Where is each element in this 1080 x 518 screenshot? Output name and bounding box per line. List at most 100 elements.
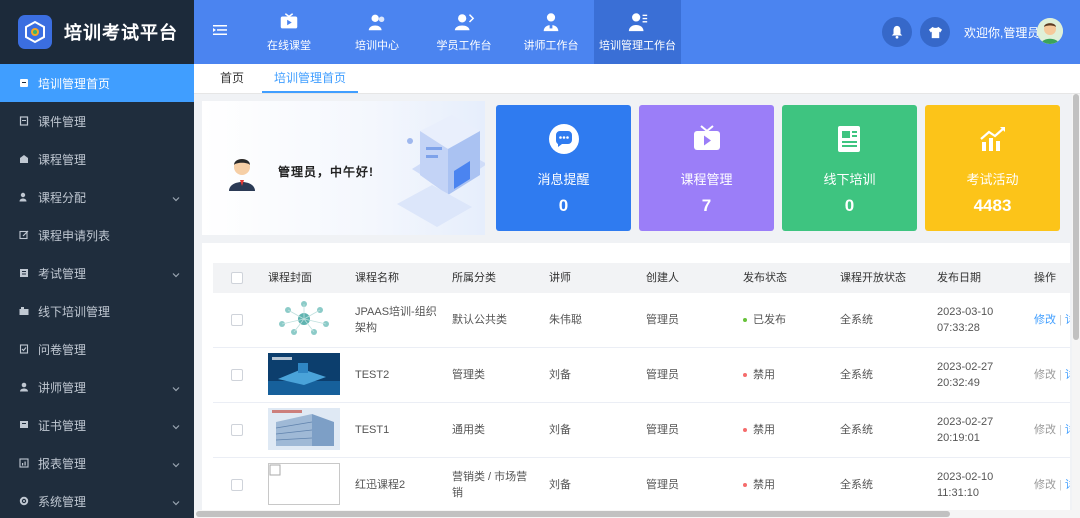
- report-icon: [19, 458, 29, 468]
- edit-link[interactable]: 修改: [1034, 314, 1056, 326]
- publish-date-day: 2023-03-10: [937, 306, 994, 318]
- vertical-scrollbar-thumb[interactable]: [1073, 94, 1079, 340]
- user-avatar[interactable]: [1037, 18, 1063, 44]
- dashboard-illustration: [397, 115, 485, 227]
- table-header: 课程封面 课程名称 所属分类 讲师 创建人 发布状态 课程开放状态 发布日期 操…: [213, 263, 1070, 293]
- horizontal-scrollbar-thumb[interactable]: [196, 511, 950, 517]
- course-icon: [19, 154, 29, 164]
- publish-date-time: 07:33:28: [937, 322, 980, 334]
- row-actions: 修改|详: [1034, 312, 1070, 328]
- sidebar-item-2[interactable]: 课程管理: [0, 140, 194, 178]
- table-row[interactable]: JPAAS培训-组织架构 默认公共类 朱伟聪 管理员 已发布 全系统 2023-03-10 0…: [213, 293, 1070, 348]
- sidebar-item-label: 线下培训管理: [38, 304, 111, 319]
- status-text: 禁用: [753, 369, 775, 381]
- sidebar-item-4[interactable]: 课程申请列表: [0, 216, 194, 254]
- course-category: 管理类: [452, 369, 485, 381]
- row-checkbox[interactable]: [231, 424, 243, 436]
- sidebar-item-6[interactable]: 线下培训管理: [0, 292, 194, 330]
- row-checkbox[interactable]: [231, 479, 243, 491]
- horizontal-scrollbar[interactable]: [194, 510, 1080, 518]
- table-row[interactable]: TEST2 管理类 刘备 管理员 禁用 全系统 2023-02-27 20:32:49 修改|详: [213, 348, 1070, 403]
- sidebar-item-label: 课程申请列表: [38, 228, 111, 243]
- greeting-card: 管理员，中午好!: [202, 101, 485, 235]
- sidebar-item-1[interactable]: 课件管理: [0, 102, 194, 140]
- menu-collapse-icon[interactable]: [212, 22, 228, 38]
- select-all-checkbox[interactable]: [231, 272, 243, 284]
- course-cover-image: [268, 463, 340, 505]
- row-checkbox[interactable]: [231, 369, 243, 381]
- sidebar-item-label: 课程管理: [38, 152, 87, 167]
- brand-logo-icon: [18, 15, 52, 49]
- sidebar-item-label: 考试管理: [38, 266, 87, 281]
- table-row[interactable]: 红迅课程2 营销类 / 市场营销 刘备 管理员 禁用 全系统 2023-02-10 11:31…: [213, 458, 1070, 510]
- course-creator: 管理员: [646, 314, 679, 326]
- courseware-icon: [19, 116, 29, 126]
- bell-icon: [891, 25, 903, 39]
- settings-icon: [19, 496, 29, 506]
- chevron-down-icon: [172, 382, 180, 392]
- chevron-down-icon: [172, 496, 180, 506]
- nav-tab-label: 讲师工作台: [523, 40, 579, 52]
- edit-link[interactable]: 修改: [1034, 369, 1056, 381]
- nav-tab-teacher-desk[interactable]: 讲师工作台: [516, 0, 586, 64]
- vertical-scrollbar[interactable]: [1072, 94, 1080, 510]
- sidebar-item-9[interactable]: 证书管理: [0, 406, 194, 444]
- stat-label: 考试活动: [966, 172, 1019, 187]
- theme-shirt-button[interactable]: [920, 17, 950, 47]
- publish-status: 禁用: [743, 422, 775, 438]
- stat-label: 课程管理: [680, 172, 733, 187]
- table-row[interactable]: TEST1 通用类 刘备 管理员 禁用 全系统 2023-02-27 20:19:01 修改|详: [213, 403, 1070, 458]
- row-actions: 修改|详: [1034, 367, 1070, 383]
- nav-tab-label: 在线课堂: [267, 40, 311, 52]
- detail-link[interactable]: 详: [1065, 314, 1070, 326]
- detail-link[interactable]: 详: [1065, 479, 1070, 491]
- nav-tab-training-manager-desk[interactable]: 培训管理工作台: [594, 0, 681, 64]
- nav-tab-online-class[interactable]: 在线课堂: [254, 0, 324, 64]
- sidebar-item-0[interactable]: 培训管理首页: [0, 64, 194, 102]
- stat-label: 消息提醒: [537, 172, 590, 187]
- col-header: 发布日期: [937, 272, 981, 284]
- sidebar-item-label: 证书管理: [38, 418, 87, 433]
- brand: 培训考试平台: [0, 0, 194, 64]
- publish-date-time: 20:19:01: [937, 432, 980, 444]
- stat-label: 线下培训: [823, 172, 876, 187]
- detail-link[interactable]: 详: [1065, 369, 1070, 381]
- chevron-down-icon: [172, 268, 180, 278]
- detail-link[interactable]: 详: [1065, 424, 1070, 436]
- notification-bell-button[interactable]: [882, 17, 912, 47]
- welcome-text[interactable]: 欢迎你,管理员: [964, 24, 1039, 41]
- stat-card-exam-activity[interactable]: 考试活动 4483: [925, 105, 1060, 231]
- edit-link[interactable]: 修改: [1034, 424, 1056, 436]
- top-nav-bar: 在线课堂 培训中心 学员工作台 讲师工作台 培训管理工作台 欢迎你,管理员: [194, 0, 1080, 64]
- stat-card-offline-training[interactable]: 线下培训 0: [782, 105, 917, 231]
- breadcrumb-tabs: 首页 培训管理首页: [194, 64, 1080, 94]
- action-separator: |: [1059, 314, 1062, 326]
- stat-card-courses[interactable]: 课程管理 7: [639, 105, 774, 231]
- exam-icon: [19, 268, 29, 278]
- publish-status: 禁用: [743, 477, 775, 493]
- course-creator: 管理员: [646, 369, 679, 381]
- message-icon: [548, 123, 580, 155]
- sidebar-item-7[interactable]: 问卷管理: [0, 330, 194, 368]
- home-icon: [19, 78, 29, 88]
- sidebar-item-label: 问卷管理: [38, 342, 87, 357]
- stat-card-messages[interactable]: 消息提醒 0: [496, 105, 631, 231]
- users-icon: [368, 14, 385, 31]
- nav-tab-training-center[interactable]: 培训中心: [342, 0, 412, 64]
- sidebar-item-3[interactable]: 课程分配: [0, 178, 194, 216]
- edit-link[interactable]: 修改: [1034, 479, 1056, 491]
- crumb-training-home[interactable]: 培训管理首页: [262, 64, 359, 93]
- col-header: 课程开放状态: [840, 272, 906, 284]
- sidebar-item-label: 课程分配: [38, 190, 87, 205]
- sidebar-item-10[interactable]: 报表管理: [0, 444, 194, 482]
- crumb-home[interactable]: 首页: [208, 64, 256, 93]
- sidebar-item-5[interactable]: 考试管理: [0, 254, 194, 292]
- status-dot: [743, 318, 747, 323]
- sidebar-item-11[interactable]: 系统管理: [0, 482, 194, 518]
- row-checkbox[interactable]: [231, 314, 243, 326]
- stat-value: 0: [558, 196, 569, 215]
- publish-status: 已发布: [743, 312, 786, 328]
- nav-tab-student-desk[interactable]: 学员工作台: [429, 0, 499, 64]
- edit-icon: [19, 230, 29, 240]
- sidebar-item-8[interactable]: 讲师管理: [0, 368, 194, 406]
